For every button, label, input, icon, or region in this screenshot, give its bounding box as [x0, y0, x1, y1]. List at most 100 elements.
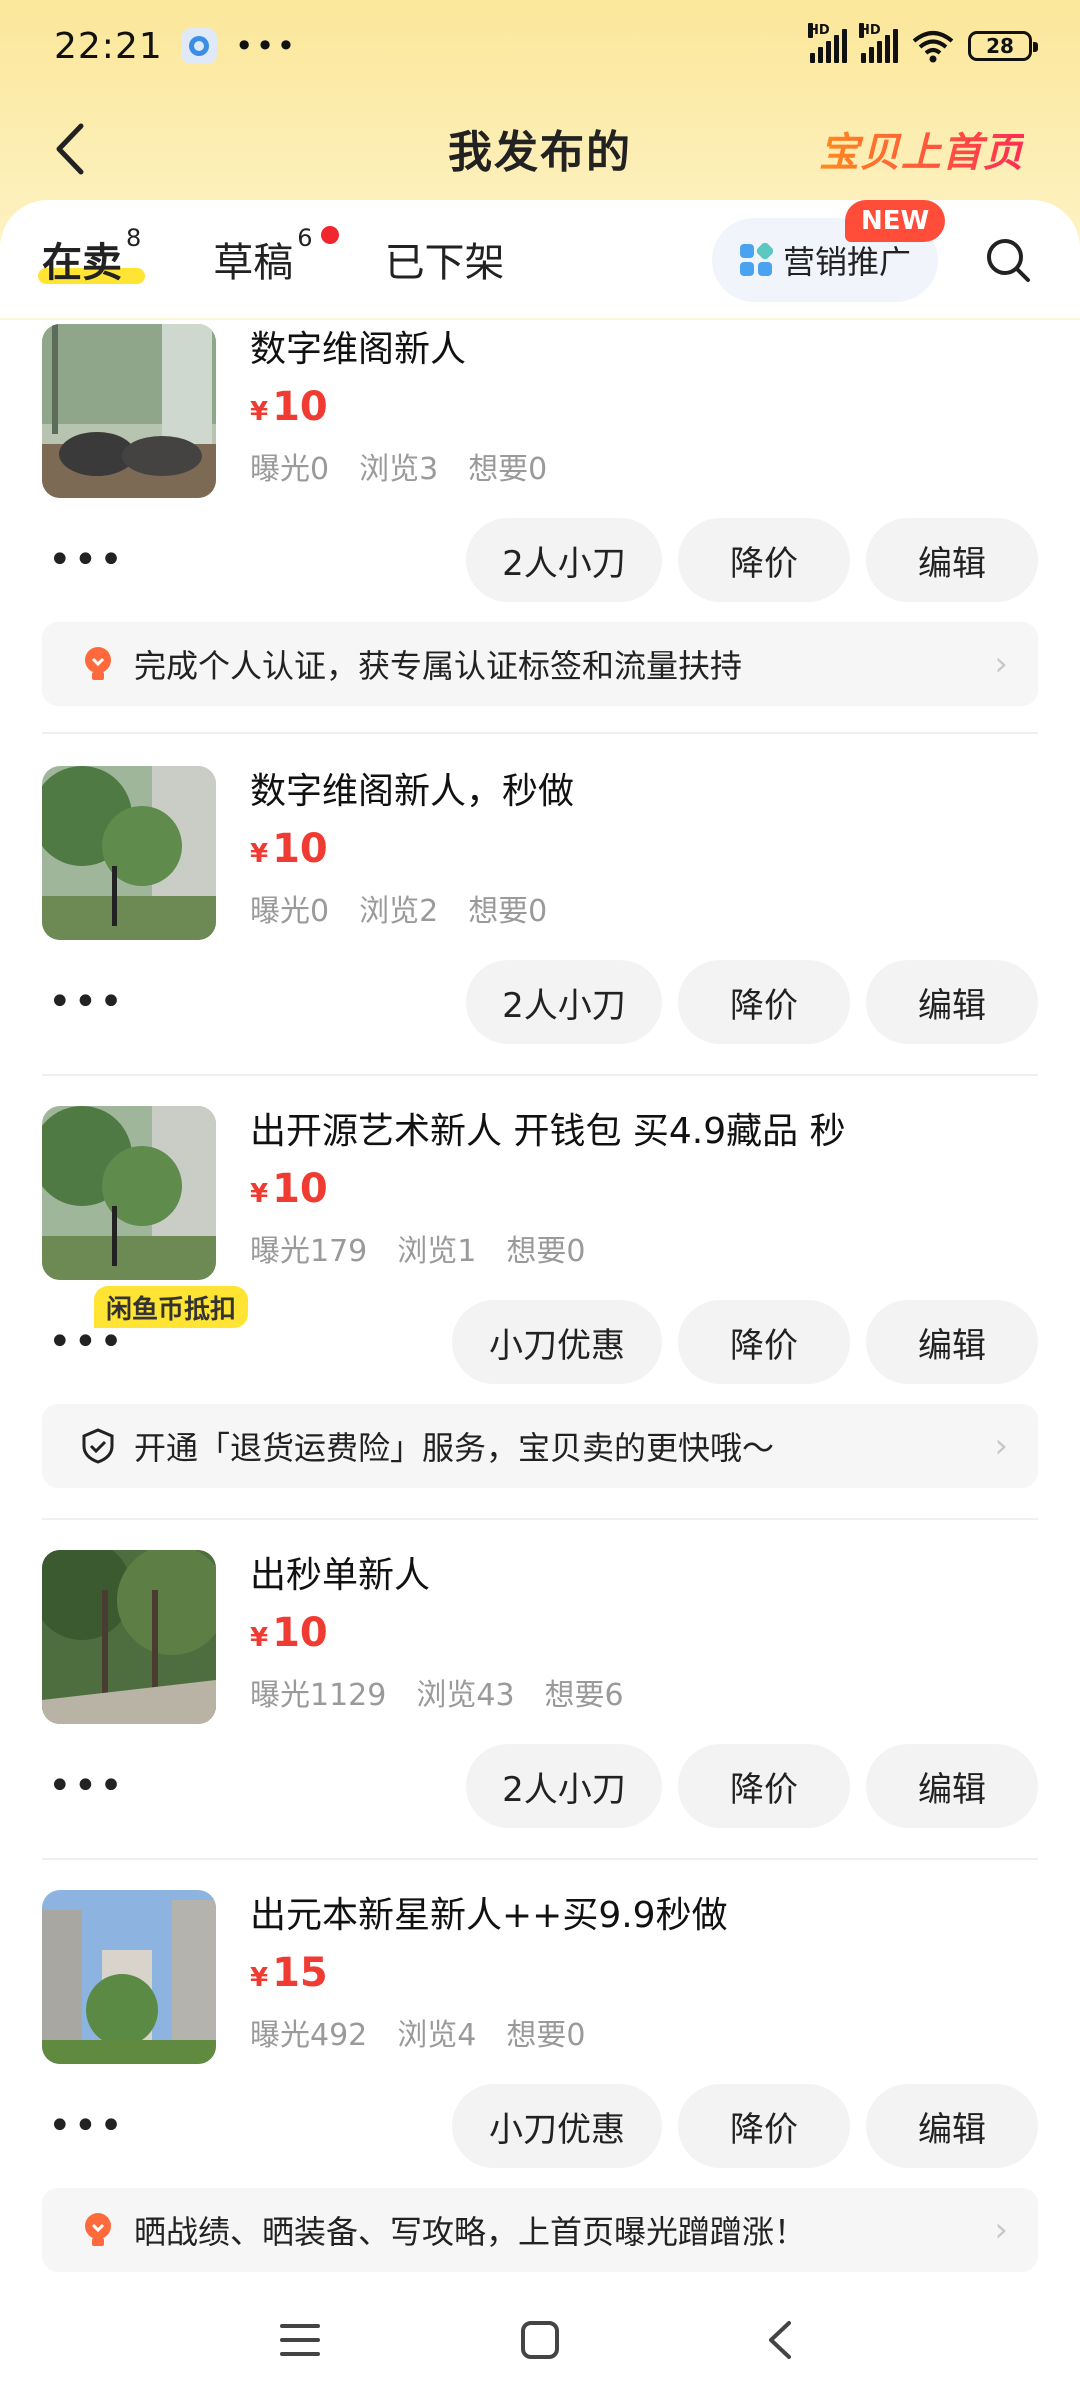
item-stats: 曝光492 浏览4 想要0 [250, 2010, 728, 2054]
item-thumbnail[interactable] [42, 324, 216, 498]
bargain-button[interactable]: 2人小刀 [466, 960, 662, 1044]
grid-icon [739, 243, 773, 276]
list-item[interactable]: 数字维阁新人，秒做 ¥10 曝光0 浏览2 想要0 ••• 2人小刀 降价 编辑 [42, 766, 1038, 1044]
tab-label: 草稿 [213, 240, 294, 286]
item-thumbnail[interactable] [42, 1550, 216, 1724]
new-badge: NEW [845, 200, 946, 242]
edit-button[interactable]: 编辑 [866, 2084, 1038, 2168]
exposure-count: 曝光0 [250, 452, 330, 487]
nav-header: 我发布的 宝贝上首页 [0, 92, 1080, 204]
page-title: 我发布的 [448, 127, 632, 178]
tab-on-sale[interactable]: 在卖8 [37, 224, 146, 288]
list-item[interactable]: 出开源艺术新人 开钱包 买4.9藏品 秒 ¥10 曝光179 浏览1 想要0 闲… [42, 1106, 1038, 1488]
want-count: 想要0 [468, 452, 548, 487]
battery-level: 28 [986, 34, 1014, 58]
item-title: 出元本新星新人++买9.9秒做 [250, 1895, 728, 1936]
bargain-button[interactable]: 2人小刀 [466, 518, 662, 602]
chevron-left-icon [56, 123, 84, 175]
item-price: ¥15 [250, 1950, 328, 1996]
tip-text: 开通「退货运费险」服务，宝贝卖的更快哦～ [134, 1429, 775, 1467]
item-thumbnail[interactable] [42, 766, 216, 940]
battery-icon: 28 [968, 31, 1038, 61]
tip-banner[interactable]: 开通「退货运费险」服务，宝贝卖的更快哦～ › [42, 1404, 1038, 1488]
item-stats: 曝光1129 浏览43 想要6 [250, 1670, 624, 1714]
wifi-icon [912, 31, 954, 63]
edit-button[interactable]: 编辑 [866, 1744, 1038, 1828]
list-item[interactable]: 出秒单新人 ¥10 曝光1129 浏览43 想要6 ••• 2人小刀 降价 编辑 [42, 1550, 1038, 1828]
lightbulb-icon [78, 2210, 118, 2250]
item-stats: 曝光179 浏览1 想要0 [250, 1226, 846, 1270]
list-item[interactable]: 数字维阁新人 ¥10 曝光0 浏览3 想要0 ••• 2人小刀 降价 编辑 完成… [42, 324, 1038, 706]
more-options-icon[interactable]: ••• [42, 982, 125, 1022]
chevron-right-icon: › [994, 1426, 1008, 1466]
item-title: 数字维阁新人，秒做 [250, 771, 575, 812]
menu-button[interactable] [270, 2310, 330, 2370]
more-options-icon[interactable]: ••• [42, 540, 125, 580]
system-nav-bar [0, 2280, 1080, 2400]
back-triangle-icon [769, 2321, 791, 2359]
item-stats: 曝光0 浏览3 想要0 [250, 444, 547, 488]
price-drop-button[interactable]: 降价 [678, 960, 850, 1044]
divider [42, 1074, 1038, 1076]
edit-button[interactable]: 编辑 [866, 1300, 1038, 1384]
more-notifications-icon: ••• [234, 27, 298, 65]
coin-deduction-badge: 闲鱼币抵扣 [94, 1286, 249, 1328]
tab-delisted[interactable]: 已下架 [385, 230, 505, 288]
more-options-icon[interactable]: ••• [42, 1766, 125, 1806]
price-drop-button[interactable]: 降价 [678, 1744, 850, 1828]
view-count: 浏览43 [416, 1678, 515, 1713]
tip-banner[interactable]: 晒战绩、晒装备、写攻略，上首页曝光蹭蹭涨！ › [42, 2188, 1038, 2272]
tip-text: 完成个人认证，获专属认证标签和流量扶持 [134, 647, 743, 685]
tip-text: 晒战绩、晒装备、写攻略，上首页曝光蹭蹭涨！ [134, 2213, 807, 2251]
more-options-icon[interactable]: ••• [42, 1322, 125, 1362]
tab-label: 已下架 [384, 240, 505, 286]
price-drop-button[interactable]: 降价 [678, 1300, 850, 1384]
divider [42, 1858, 1038, 1860]
item-stats: 曝光0 浏览2 想要0 [250, 886, 574, 930]
exposure-count: 曝光492 [250, 2018, 368, 2053]
view-count: 浏览4 [397, 2018, 477, 2053]
item-price: ¥10 [250, 1166, 328, 1212]
signal-icon-2: HD [859, 23, 898, 63]
view-count: 浏览3 [359, 452, 439, 487]
item-price: ¥10 [250, 1610, 328, 1656]
tab-drafts[interactable]: 草稿6 [213, 224, 339, 288]
item-price: ¥10 [250, 826, 328, 872]
more-options-icon[interactable]: ••• [42, 2106, 125, 2146]
price-drop-button[interactable]: 降价 [678, 2084, 850, 2168]
edit-button[interactable]: 编辑 [866, 518, 1038, 602]
discount-button[interactable]: 小刀优惠 [452, 1300, 662, 1384]
list-item[interactable]: 出元本新星新人++买9.9秒做 ¥15 曝光492 浏览4 想要0 ••• 小刀… [42, 1890, 1038, 2272]
tab-bar: 在卖8 草稿6 已下架 营销推广 NEW [0, 200, 1080, 318]
menu-icon [280, 2324, 320, 2356]
signal-icon: HD [808, 23, 847, 63]
view-count: 浏览2 [359, 894, 439, 929]
search-button[interactable] [976, 228, 1040, 292]
item-title: 出秒单新人 [250, 1555, 431, 1596]
view-count: 浏览1 [397, 1234, 477, 1269]
exposure-count: 曝光179 [250, 1234, 368, 1269]
want-count: 想要6 [544, 1678, 624, 1713]
tab-count: 6 [297, 223, 313, 252]
promo-homepage-link[interactable]: 宝贝上首页 [819, 120, 1024, 178]
want-count: 想要0 [468, 894, 548, 929]
discount-button[interactable]: 小刀优惠 [452, 2084, 662, 2168]
item-thumbnail[interactable] [42, 1890, 216, 2064]
exposure-count: 曝光0 [250, 894, 330, 929]
tab-label: 在卖 [42, 240, 122, 286]
back-button[interactable] [36, 114, 106, 184]
item-title: 数字维阁新人 [250, 329, 467, 370]
status-time: 22:21 [54, 25, 163, 67]
system-back-button[interactable] [750, 2310, 810, 2370]
edit-button[interactable]: 编辑 [866, 960, 1038, 1044]
price-drop-button[interactable]: 降价 [678, 518, 850, 602]
bargain-button[interactable]: 2人小刀 [466, 1744, 662, 1828]
tip-banner[interactable]: 完成个人认证，获专属认证标签和流量扶持 › [42, 622, 1038, 706]
chevron-right-icon: › [994, 644, 1008, 684]
item-thumbnail[interactable] [42, 1106, 216, 1280]
search-icon [987, 239, 1030, 282]
home-button[interactable] [510, 2310, 570, 2370]
want-count: 想要0 [506, 1234, 586, 1269]
divider [42, 732, 1038, 734]
tab-count: 8 [126, 223, 142, 252]
